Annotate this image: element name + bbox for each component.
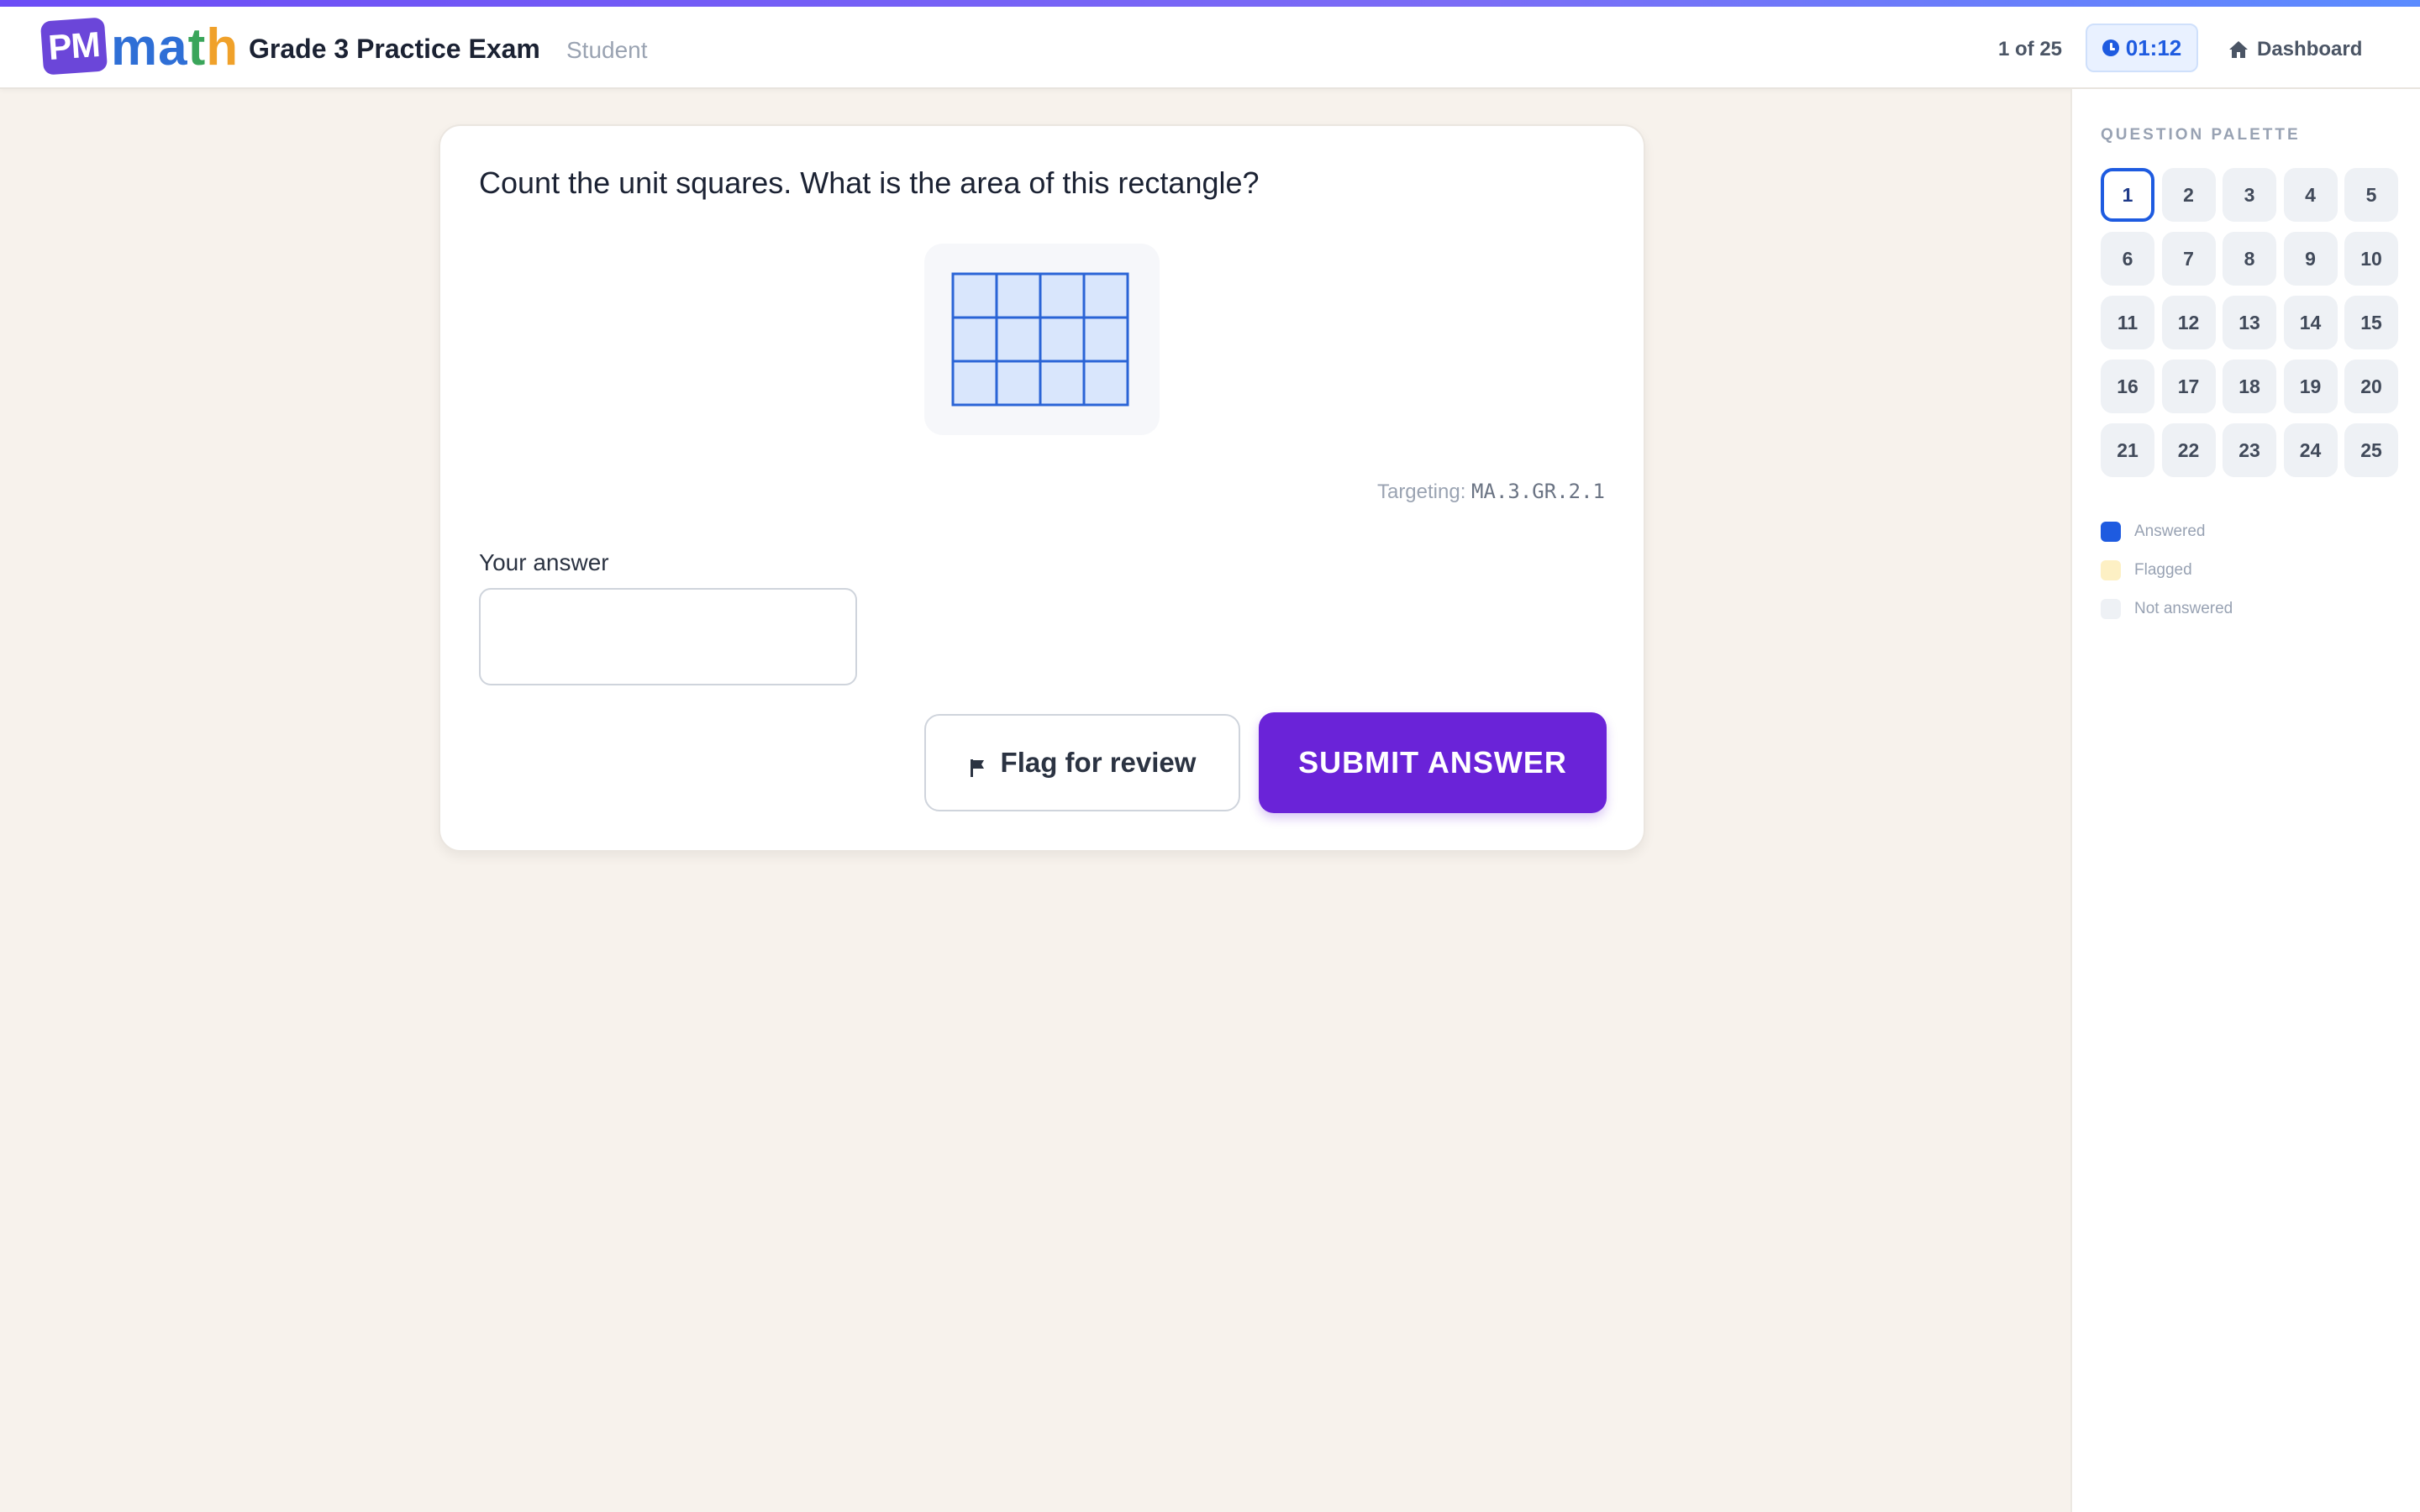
- unit-square: [1082, 272, 1129, 319]
- unit-square: [1039, 272, 1086, 319]
- palette-question-button[interactable]: 22: [2161, 423, 2216, 477]
- palette-question-button[interactable]: 25: [2344, 423, 2398, 477]
- palette-question-button[interactable]: 17: [2161, 360, 2216, 413]
- unit-square: [1082, 316, 1129, 363]
- flag-for-review-button[interactable]: Flag for review: [924, 714, 1240, 811]
- dashboard-link[interactable]: Dashboard: [2228, 35, 2362, 64]
- role-label: Student: [566, 37, 648, 63]
- palette-question-button[interactable]: 1: [2101, 168, 2154, 222]
- palette-grid: 1 2 3 4 5 6 7 8 9 10 11 12 13 14 15 16 17 18 19 20 21 22 23 24 2…: [2101, 168, 2403, 477]
- question-palette-sidebar: QUESTION PALETTE 1 2 3 4 5 6 7 8 9 10 11 12 13 14 15 16…: [2070, 89, 2420, 1512]
- legend-item: Answered: [2101, 512, 2233, 551]
- palette-question-button[interactable]: 6: [2101, 232, 2154, 286]
- palette-question-button[interactable]: 14: [2283, 296, 2338, 349]
- logo-letter: m: [111, 18, 159, 76]
- unit-square: [951, 272, 998, 319]
- clock-icon: [2102, 39, 2119, 56]
- answer-label: Your answer: [479, 549, 609, 575]
- flag-button-label: Flag for review: [1000, 747, 1197, 778]
- palette-question-button[interactable]: 11: [2101, 296, 2154, 349]
- palette-question-button[interactable]: 24: [2283, 423, 2338, 477]
- unit-square: [951, 360, 998, 407]
- unit-square-grid: [951, 272, 1129, 407]
- palette-question-button[interactable]: 12: [2161, 296, 2216, 349]
- dashboard-label: Dashboard: [2257, 38, 2363, 60]
- answer-input[interactable]: [479, 588, 857, 685]
- logo-letter: t: [187, 18, 207, 76]
- submit-answer-button[interactable]: SUBMIT ANSWER: [1259, 712, 1607, 813]
- logo-wordmark: math: [111, 18, 239, 77]
- unit-square: [995, 316, 1042, 363]
- logo-letter: a: [158, 18, 188, 76]
- legend-swatch: [2101, 560, 2121, 580]
- palette-question-button[interactable]: 15: [2344, 296, 2398, 349]
- unit-square: [951, 316, 998, 363]
- palette-question-button[interactable]: 13: [2223, 296, 2276, 349]
- legend-swatch: [2101, 522, 2121, 542]
- unit-square: [995, 360, 1042, 407]
- page-title: Grade 3 Practice Exam: [249, 34, 540, 64]
- palette-question-button[interactable]: 18: [2223, 360, 2276, 413]
- legend-label: Flagged: [2134, 561, 2192, 579]
- palette-title: QUESTION PALETTE: [2101, 126, 2301, 144]
- app-header: PM math Grade 3 Practice Exam Student 1 …: [0, 7, 2420, 89]
- timer-value: 01:12: [2125, 34, 2182, 60]
- palette-question-button[interactable]: 4: [2283, 168, 2338, 222]
- unit-square: [1082, 360, 1129, 407]
- logo-letter: h: [206, 18, 239, 76]
- question-prompt: Count the unit squares. What is the area…: [479, 165, 1260, 200]
- targeting-standard: Targeting: MA.3.GR.2.1: [1377, 477, 1605, 507]
- palette-question-button[interactable]: 19: [2283, 360, 2338, 413]
- unit-square: [995, 272, 1042, 319]
- logo-badge: PM: [39, 17, 108, 76]
- palette-question-button[interactable]: 7: [2161, 232, 2216, 286]
- palette-legend: Answered Flagged Not answered: [2101, 512, 2233, 628]
- flag-icon: [969, 753, 986, 777]
- palette-question-button[interactable]: 2: [2161, 168, 2216, 222]
- palette-question-button[interactable]: 23: [2223, 423, 2276, 477]
- legend-label: Not answered: [2134, 600, 2233, 617]
- legend-swatch: [2101, 599, 2121, 619]
- palette-question-button[interactable]: 21: [2101, 423, 2154, 477]
- unit-square: [1039, 360, 1086, 407]
- rectangle-figure: [924, 244, 1160, 435]
- legend-label: Answered: [2134, 522, 2206, 540]
- palette-question-button[interactable]: 3: [2223, 168, 2276, 222]
- targeting-label: Targeting:: [1376, 480, 1466, 503]
- palette-question-button[interactable]: 20: [2344, 360, 2398, 413]
- palette-question-button[interactable]: 10: [2344, 232, 2398, 286]
- palette-question-button[interactable]: 16: [2101, 360, 2154, 413]
- exam-timer: 01:12: [2086, 24, 2198, 72]
- palette-question-button[interactable]: 9: [2283, 232, 2338, 286]
- unit-square: [1039, 316, 1086, 363]
- palette-question-button[interactable]: 5: [2344, 168, 2398, 222]
- legend-item: Not answered: [2101, 590, 2233, 628]
- question-progress: 1 of 25: [1998, 38, 2063, 60]
- palette-question-button[interactable]: 8: [2223, 232, 2276, 286]
- home-icon: [2228, 40, 2249, 59]
- legend-item: Flagged: [2101, 551, 2233, 590]
- top-accent-stripe: [0, 0, 2420, 7]
- question-card: Count the unit squares. What is the area…: [439, 124, 1645, 852]
- standard-code: MA.3.GR.2.1: [1471, 480, 1605, 503]
